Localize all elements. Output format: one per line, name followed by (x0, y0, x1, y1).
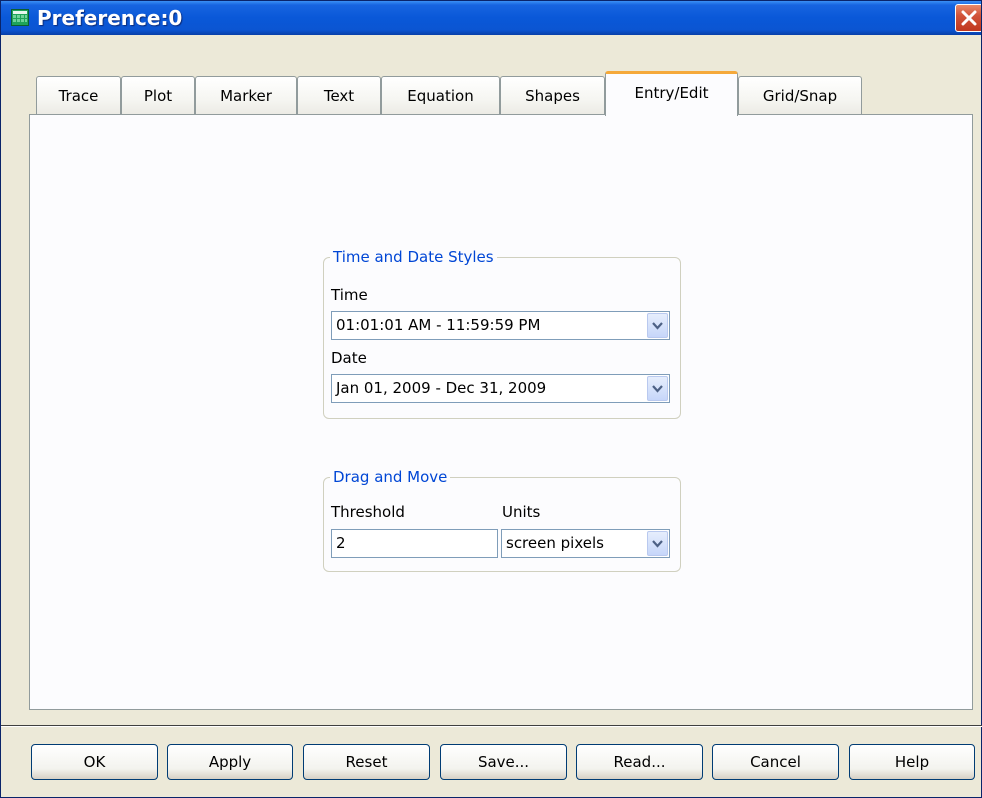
preference-dialog: Preference:0 Trace Plot Marker Text Equa… (0, 0, 982, 798)
help-button[interactable]: Help (849, 744, 975, 780)
button-separator (1, 725, 982, 727)
tab-grid-snap[interactable]: Grid/Snap (738, 76, 862, 114)
grid-plot-icon (11, 9, 29, 26)
time-label: Time (331, 286, 368, 304)
window-title: Preference:0 (37, 6, 183, 30)
entry-edit-panel: Time and Date Styles Time 01:01:01 AM - … (29, 114, 973, 710)
time-style-value: 01:01:01 AM - 11:59:59 PM (336, 316, 541, 334)
title-bar[interactable]: Preference:0 (1, 1, 981, 35)
close-button[interactable] (955, 4, 981, 32)
date-style-select[interactable]: Jan 01, 2009 - Dec 31, 2009 (331, 374, 670, 403)
tab-text[interactable]: Text (297, 76, 381, 114)
drag-move-legend: Drag and Move (333, 468, 448, 486)
time-date-legend: Time and Date Styles (333, 248, 494, 266)
cancel-button[interactable]: Cancel (712, 744, 839, 780)
threshold-input[interactable]: 2 (331, 529, 498, 558)
chevron-down-icon[interactable] (647, 313, 668, 338)
save-button[interactable]: Save... (440, 744, 567, 780)
tab-trace[interactable]: Trace (36, 76, 121, 114)
time-style-select[interactable]: 01:01:01 AM - 11:59:59 PM (331, 311, 670, 340)
tab-entry-edit[interactable]: Entry/Edit (605, 71, 738, 116)
tab-equation[interactable]: Equation (381, 76, 500, 114)
threshold-label: Threshold (331, 503, 405, 521)
chevron-down-icon[interactable] (647, 531, 668, 556)
date-label: Date (331, 349, 367, 367)
reset-button[interactable]: Reset (303, 744, 430, 780)
units-value: screen pixels (506, 534, 604, 552)
units-label: Units (502, 503, 541, 521)
date-style-value: Jan 01, 2009 - Dec 31, 2009 (336, 379, 547, 397)
tab-plot[interactable]: Plot (121, 76, 195, 114)
read-button[interactable]: Read... (576, 744, 703, 780)
units-select[interactable]: screen pixels (501, 529, 670, 558)
apply-button[interactable]: Apply (167, 744, 293, 780)
ok-button[interactable]: OK (31, 744, 158, 780)
tab-marker[interactable]: Marker (195, 76, 297, 114)
chevron-down-icon[interactable] (647, 376, 668, 401)
tab-shapes[interactable]: Shapes (500, 76, 605, 114)
